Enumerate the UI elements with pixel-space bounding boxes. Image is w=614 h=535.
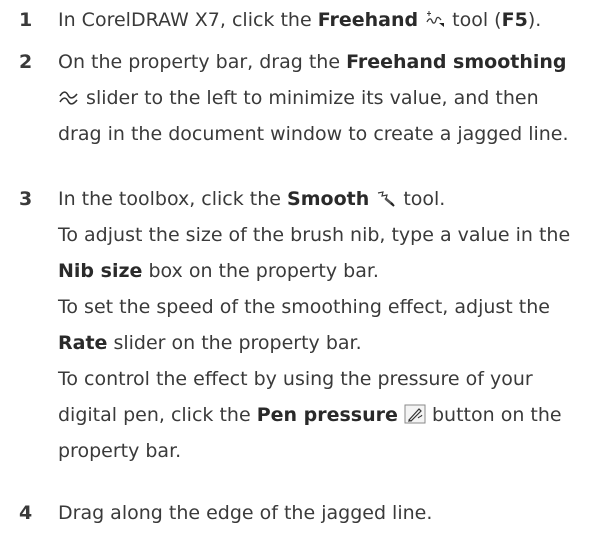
step-text: button on the: [425, 404, 562, 426]
step-number: 3: [19, 188, 33, 210]
step-text: slider to the left to minimize its value…: [80, 87, 539, 109]
step-body: Drag along the edge of the jagged line.: [58, 495, 608, 531]
step-text: tool (: [446, 9, 502, 31]
step-body: On the property bar, drag the Freehand s…: [58, 44, 608, 152]
tool-name-smooth: Smooth: [287, 188, 370, 210]
step-number: 4: [19, 502, 33, 524]
step-line: To control the effect by using the press…: [58, 368, 533, 390]
tool-name-freehand: Freehand: [317, 9, 419, 31]
step-line: On the property bar, drag the Freehand s…: [58, 44, 608, 80]
smooth-tool-icon: [375, 188, 397, 208]
step-line: property bar.: [58, 440, 182, 462]
step-line: In CorelDRAW X7, click the Freehand tool…: [58, 2, 608, 38]
control-name-rate: Rate: [58, 332, 108, 354]
step-text: box on the property bar.: [142, 260, 379, 282]
step-line: slider to the left to minimize its value…: [58, 80, 608, 116]
step-text: In CorelDRAW X7, click the: [58, 9, 318, 31]
step-line: digital pen, click the Pen pressure butt…: [58, 397, 608, 433]
pen-pressure-icon: [404, 404, 426, 424]
step-body: In the toolbox, click the Smooth tool. T…: [58, 181, 608, 469]
step-text: On the property bar, drag the: [58, 51, 347, 73]
control-name-freehand-smoothing: Freehand smoothing: [346, 51, 567, 73]
control-name-pen-pressure: Pen pressure: [256, 404, 398, 426]
step-line: To adjust the size of the brush nib, typ…: [58, 224, 571, 246]
step-number: 1: [19, 9, 33, 31]
step-line: Rate slider on the property bar.: [58, 325, 608, 361]
step-text: In the toolbox, click the: [58, 188, 288, 210]
freehand-tool-icon: [424, 9, 446, 29]
freehand-smoothing-icon: [58, 87, 80, 107]
instructions-page: 1 In CorelDRAW X7, click the Freehand to…: [0, 0, 614, 535]
step-body: In CorelDRAW X7, click the Freehand tool…: [58, 2, 608, 38]
step-text: ).: [527, 9, 542, 31]
step-line: Nib size box on the property bar.: [58, 253, 608, 289]
step-line: Drag along the edge of the jagged line.: [58, 502, 433, 524]
step-line: drag in the document window to create a …: [58, 123, 569, 145]
step-text: slider on the property bar.: [107, 332, 362, 354]
step-line: To set the speed of the smoothing effect…: [58, 296, 550, 318]
step-line: In the toolbox, click the Smooth tool.: [58, 181, 608, 217]
step-text: tool.: [397, 188, 446, 210]
shortcut-key: F5: [501, 9, 528, 31]
step-number: 2: [19, 51, 33, 73]
control-name-nib-size: Nib size: [58, 260, 143, 282]
step-text: digital pen, click the: [58, 404, 257, 426]
